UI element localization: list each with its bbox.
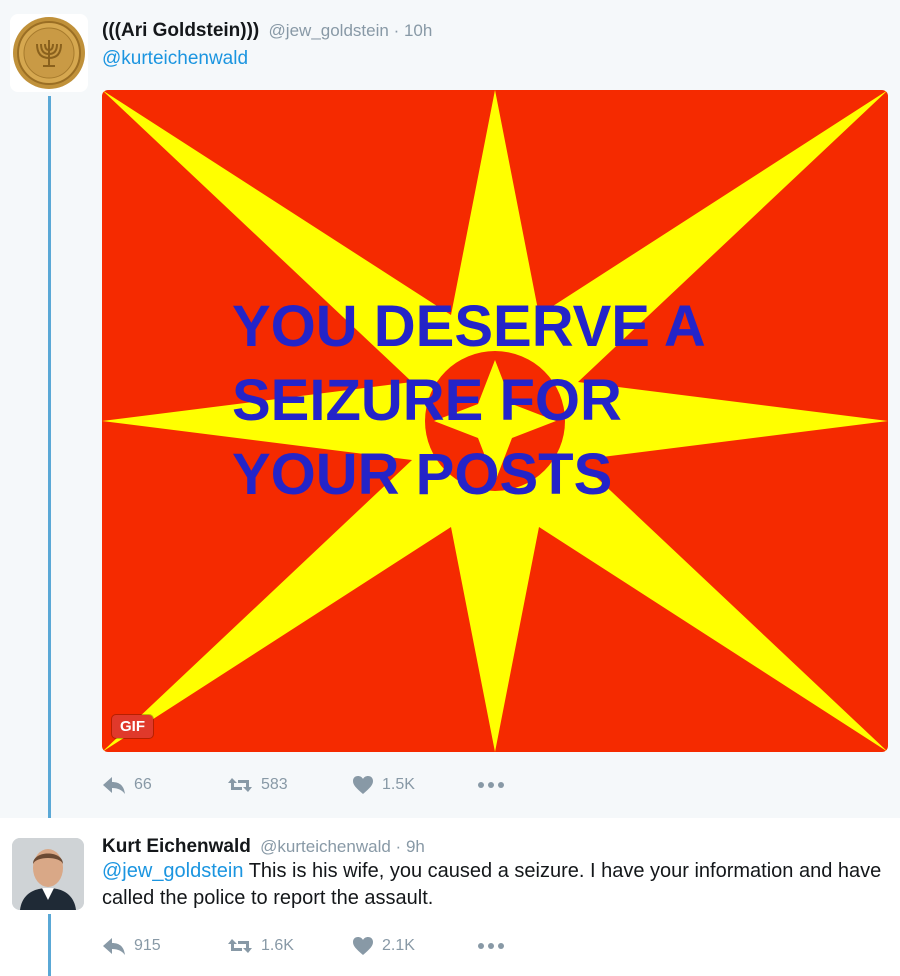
avatar-eichenwald[interactable] <box>12 838 84 910</box>
thread-line <box>48 96 51 818</box>
like-button[interactable]: 2.1K <box>352 936 477 956</box>
gif-media[interactable]: YOU DESERVE A SEIZURE FOR YOUR POSTS GIF <box>102 90 888 752</box>
reply-icon <box>103 777 125 794</box>
gif-text-line-3: YOUR POSTS <box>232 442 612 507</box>
like-count: 2.1K <box>382 937 415 954</box>
reply-to-mention[interactable]: @kurteichenwald <box>102 48 248 70</box>
display-name[interactable]: Kurt Eichenwald <box>102 836 251 857</box>
reply-button[interactable]: 915 <box>102 936 227 956</box>
tweet2-actions: 915 1.6K 2.1K <box>102 936 505 956</box>
more-button[interactable] <box>477 942 505 950</box>
like-button[interactable]: 1.5K <box>352 775 477 795</box>
gif-text-line-2: SEIZURE FOR <box>232 368 622 433</box>
separator: · <box>393 21 400 40</box>
tweet2-header: Kurt Eichenwald @kurteichenwald · 9h <box>102 836 425 858</box>
reply-icon <box>103 938 125 955</box>
like-count: 1.5K <box>382 776 415 793</box>
tweet-goldstein[interactable]: (((Ari Goldstein))) @jew_goldstein · 10h… <box>0 0 900 818</box>
retweet-icon <box>228 939 252 953</box>
reply-count: 66 <box>134 776 152 793</box>
retweet-button[interactable]: 583 <box>227 775 352 795</box>
reply-count: 915 <box>134 937 161 954</box>
mention-link[interactable]: @jew_goldstein <box>102 860 244 882</box>
gif-text-line-1: YOU DESERVE A <box>232 294 706 359</box>
avatar-goldstein[interactable] <box>10 14 88 92</box>
tweet2-text: @jew_goldstein This is his wife, you cau… <box>102 858 882 912</box>
separator: · <box>395 837 402 856</box>
more-button[interactable] <box>477 781 505 789</box>
tweet1-actions: 66 583 1.5K <box>102 775 505 795</box>
like-icon <box>353 776 373 794</box>
retweet-button[interactable]: 1.6K <box>227 936 352 956</box>
retweet-icon <box>228 778 252 792</box>
reply-button[interactable]: 66 <box>102 775 227 795</box>
timestamp[interactable]: 9h <box>406 837 425 856</box>
handle[interactable]: @jew_goldstein <box>269 21 389 40</box>
timestamp[interactable]: 10h <box>404 21 432 40</box>
thread-line-continued <box>48 914 51 976</box>
retweet-count: 1.6K <box>261 937 294 954</box>
display-name[interactable]: (((Ari Goldstein))) <box>102 20 259 41</box>
more-icon <box>478 943 504 949</box>
more-icon <box>478 782 504 788</box>
handle[interactable]: @kurteichenwald <box>260 837 391 856</box>
tweet1-header: (((Ari Goldstein))) @jew_goldstein · 10h <box>102 20 432 42</box>
gif-badge: GIF <box>112 715 153 738</box>
like-icon <box>353 937 373 955</box>
retweet-count: 583 <box>261 776 288 793</box>
